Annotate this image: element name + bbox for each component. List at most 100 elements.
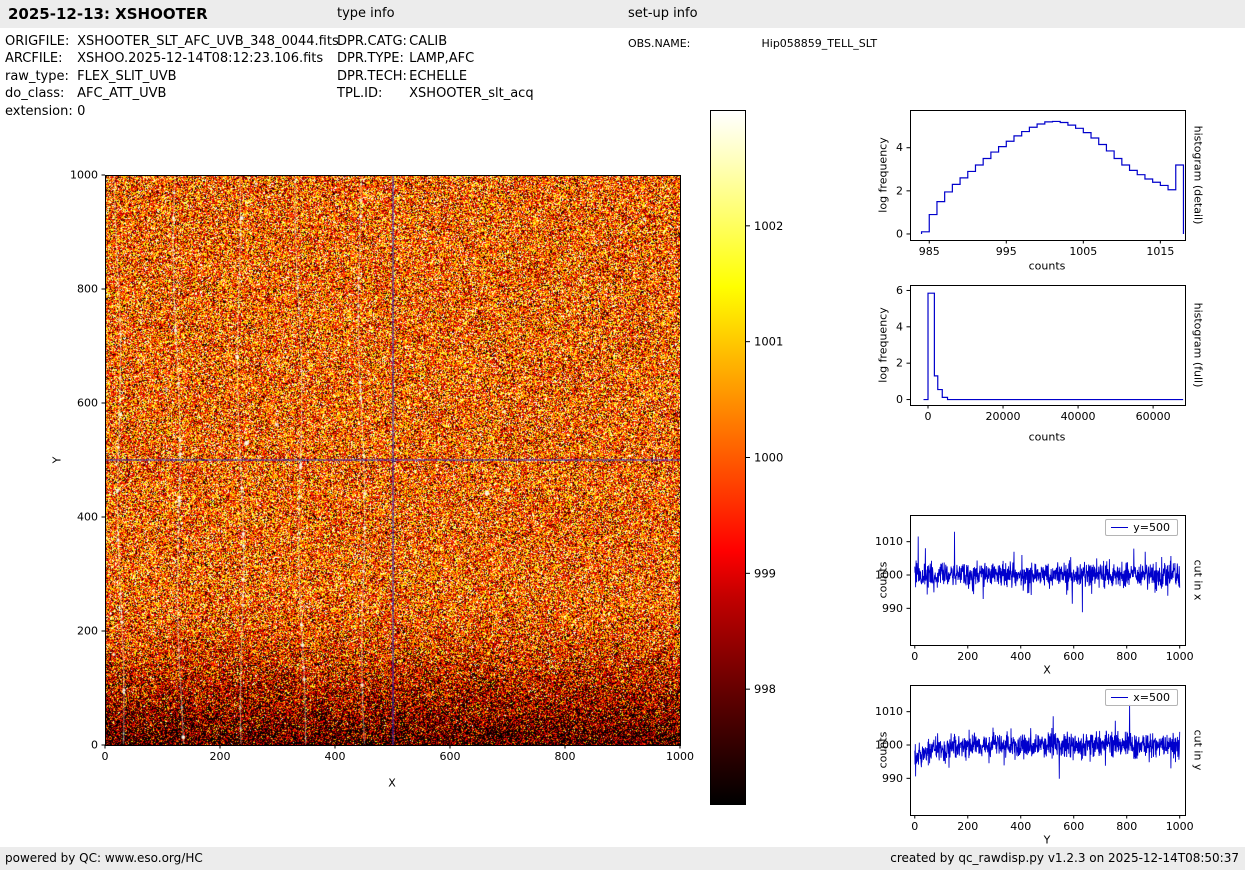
svg-text:1000: 1000 <box>1166 650 1194 663</box>
meta-label: do_class: <box>5 86 65 102</box>
meta-value: XSHOO.2025-12-14T08:12:23.106.fits <box>77 51 324 67</box>
meta-label: DPR.TYPE: <box>337 51 404 67</box>
hist-detail-right-label: histogram (detail) <box>1191 125 1205 225</box>
svg-text:400: 400 <box>1010 650 1031 663</box>
meta-row-obsname: OBS.NAME: Hip058859_TELL_SLT <box>628 35 877 52</box>
svg-text:60000: 60000 <box>1136 410 1171 423</box>
meta-row-rawtype: raw_type: FLEX_SLIT_UVB <box>5 68 339 85</box>
meta-label: TPL.ID: <box>337 86 383 102</box>
svg-text:990: 990 <box>882 772 903 785</box>
hist-full-curve <box>923 292 1184 401</box>
svg-text:999: 999 <box>754 566 776 580</box>
hist-detail-yaxis-label: log frequency <box>876 137 890 213</box>
cut-y-right-label: cut in y <box>1191 729 1205 771</box>
meta-label: DPR.CATG: <box>337 34 407 49</box>
svg-text:1001: 1001 <box>754 335 783 349</box>
meta-row-tplid: TPL.ID: XSHOOTER_slt_acq <box>337 85 534 102</box>
meta-row-origfile: ORIGFILE: XSHOOTER_SLT_AFC_UVB_348_0044.… <box>5 33 339 50</box>
svg-text:2: 2 <box>896 357 903 370</box>
cut-x-right-label: cut in x <box>1191 559 1205 601</box>
svg-text:990: 990 <box>882 602 903 615</box>
svg-text:200: 200 <box>210 750 231 763</box>
meta-label: ARCFILE: <box>5 51 63 67</box>
main-yaxis-label: Y <box>50 456 64 464</box>
meta-value: 0 <box>77 103 86 119</box>
svg-text:0: 0 <box>102 750 109 763</box>
svg-text:0: 0 <box>91 739 98 752</box>
footer-bar: powered by QC: www.eso.org/HC created by… <box>0 847 1245 870</box>
meta-value: CALIB <box>409 34 448 49</box>
svg-text:800: 800 <box>1116 820 1137 833</box>
meta-row-arcfile: ARCFILE: XSHOO.2025-12-14T08:12:23.106.f… <box>5 50 339 67</box>
cut-y-yaxis-label: counts <box>876 731 890 769</box>
raw-detector-image <box>105 175 680 745</box>
type-info-heading: type info <box>337 6 395 21</box>
svg-text:1000: 1000 <box>1166 820 1194 833</box>
svg-text:0: 0 <box>911 650 918 663</box>
cut-x-legend-label: y=500 <box>1133 521 1170 534</box>
svg-text:0: 0 <box>896 393 903 406</box>
cut-x-axes: 0 200 400 600 800 100099010001010 <box>875 515 1194 663</box>
cut-y-xaxis-label: Y <box>1043 833 1051 847</box>
meta-label: extension: <box>5 103 73 119</box>
svg-text:1010: 1010 <box>875 705 903 718</box>
qc-report-page: 2025-12-13: XSHOOTER type info set-up in… <box>0 0 1245 870</box>
meta-value: Hip058859_TELL_SLT <box>761 37 878 50</box>
svg-text:800: 800 <box>1116 650 1137 663</box>
svg-text:400: 400 <box>325 750 346 763</box>
setup-info-heading: set-up info <box>628 6 698 21</box>
svg-text:4: 4 <box>896 320 903 333</box>
svg-text:1015: 1015 <box>1146 245 1174 258</box>
hist-full-xaxis-label: counts <box>1028 430 1066 444</box>
cut-x-legend: y=500 <box>1105 519 1178 536</box>
meta-value: FLEX_SLIT_UVB <box>77 68 177 84</box>
svg-text:400: 400 <box>77 511 98 524</box>
svg-text:0: 0 <box>911 820 918 833</box>
svg-text:200: 200 <box>77 625 98 638</box>
cut-x-yaxis-label: counts <box>876 561 890 599</box>
meta-value: XSHOOTER_SLT_AFC_UVB_348_0044.fits <box>77 34 339 49</box>
meta-row-dprcatg: DPR.CATG: CALIB <box>337 33 534 50</box>
hist-full-yaxis-label: log frequency <box>876 307 890 383</box>
svg-text:400: 400 <box>1010 820 1031 833</box>
svg-text:200: 200 <box>957 650 978 663</box>
page-title: 2025-12-13: XSHOOTER <box>8 5 208 23</box>
svg-text:4: 4 <box>896 141 903 154</box>
setup-info-block: OBS.NAME: Hip058859_TELL_SLT <box>628 35 877 52</box>
legend-line-sample <box>1111 527 1129 528</box>
meta-row-doclass: do_class: AFC_ATT_UVB <box>5 85 339 102</box>
footer-created-by: created by qc_rawdisp.py v1.2.3 on 2025-… <box>890 851 1239 865</box>
svg-text:1002: 1002 <box>754 219 783 233</box>
legend-line-sample <box>1111 697 1129 698</box>
cut-y-curve <box>914 704 1181 779</box>
cut-x-curve <box>914 531 1181 613</box>
main-xaxis-label: X <box>388 776 396 790</box>
meta-value: ECHELLE <box>409 68 468 84</box>
type-info-block: DPR.CATG: CALIB DPR.TYPE: LAMP,AFC DPR.T… <box>337 33 534 103</box>
meta-value: XSHOOTER_slt_acq <box>409 86 534 102</box>
svg-text:998: 998 <box>754 682 776 696</box>
meta-label: DPR.TECH: <box>337 68 407 84</box>
hist-detail-xaxis-label: counts <box>1028 259 1066 273</box>
svg-text:800: 800 <box>77 283 98 296</box>
svg-text:20000: 20000 <box>986 410 1021 423</box>
svg-text:200: 200 <box>957 820 978 833</box>
cut-x-xaxis-label: X <box>1043 663 1051 677</box>
hist-full-axes: 0 20000 40000 60000 0 2 4 6 <box>896 284 1186 423</box>
meta-row-dprtech: DPR.TECH: ECHELLE <box>337 68 534 85</box>
colorbar <box>710 110 746 805</box>
svg-text:40000: 40000 <box>1061 410 1096 423</box>
hist-detail-axes: 985 995 1005 1015 0 2 4 <box>896 110 1186 258</box>
header-bar: 2025-12-13: XSHOOTER type info set-up in… <box>0 0 1245 28</box>
meta-label: raw_type: <box>5 68 69 84</box>
svg-text:600: 600 <box>1063 820 1084 833</box>
svg-text:1000: 1000 <box>666 750 694 763</box>
svg-text:800: 800 <box>555 750 576 763</box>
svg-text:1010: 1010 <box>875 535 903 548</box>
svg-text:0: 0 <box>925 410 932 423</box>
svg-text:1005: 1005 <box>1069 245 1097 258</box>
hist-detail-curve <box>920 120 1185 234</box>
svg-text:600: 600 <box>1063 650 1084 663</box>
svg-text:0: 0 <box>896 227 903 240</box>
cut-y-legend-label: x=500 <box>1133 691 1170 704</box>
